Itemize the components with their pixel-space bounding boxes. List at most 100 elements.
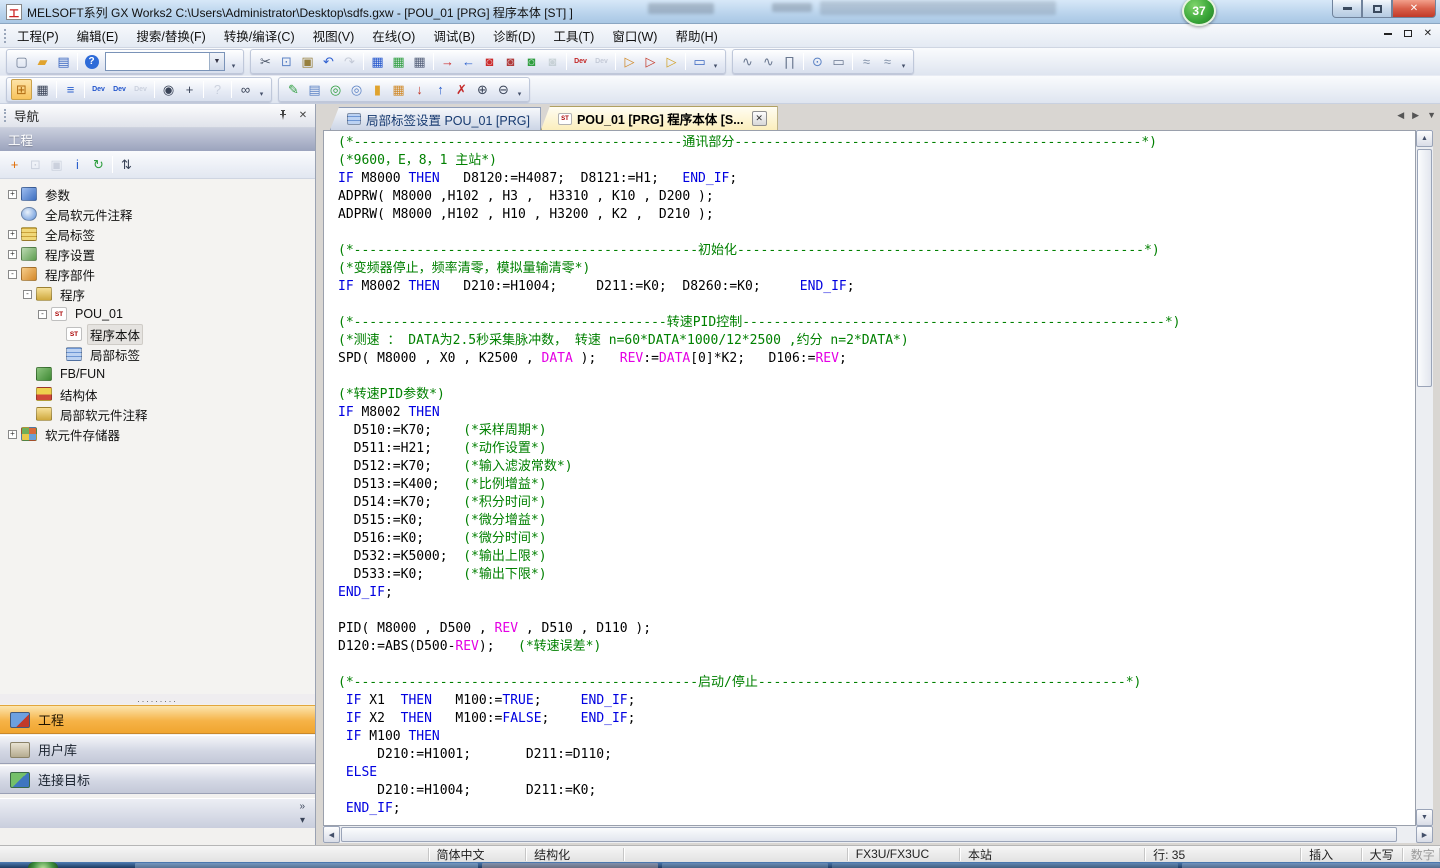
panel-splitter[interactable]: ......... bbox=[0, 694, 315, 704]
find-contact-icon[interactable]: ◎ bbox=[325, 79, 346, 100]
program-select-combobox[interactable]: ▼ bbox=[105, 52, 225, 71]
tree-item-program[interactable]: -程序 bbox=[0, 284, 315, 304]
collapse-icon[interactable]: - bbox=[23, 290, 32, 299]
monitor-read-icon[interactable]: ◙ bbox=[521, 51, 542, 72]
new-data-icon[interactable]: + bbox=[4, 154, 25, 175]
cross-reference-icon[interactable]: ∞ bbox=[235, 79, 256, 100]
trend-graph-icon[interactable]: ≈ bbox=[856, 51, 877, 72]
nav-button-project[interactable]: 工程 bbox=[0, 705, 315, 734]
insert-row-icon[interactable]: ↓ bbox=[409, 79, 430, 100]
expand-icon[interactable]: + bbox=[8, 230, 17, 239]
tab-local-label-setting[interactable]: 局部标签设置 POU_01 [PRG] bbox=[330, 107, 541, 130]
menu-item-4[interactable]: 视图(V) bbox=[304, 23, 364, 48]
mdi-minimize-button[interactable] bbox=[1384, 33, 1392, 35]
device-search-icon[interactable]: + bbox=[179, 79, 200, 100]
toolbar-overflow-icon[interactable]: ▾ bbox=[710, 51, 721, 72]
toolbar-overflow-icon[interactable]: ▾ bbox=[228, 51, 239, 72]
cut-icon[interactable]: ✂ bbox=[255, 51, 276, 72]
start-orb[interactable] bbox=[28, 862, 58, 868]
expand-icon[interactable]: + bbox=[8, 250, 17, 259]
vertical-scroll-thumb[interactable] bbox=[1417, 149, 1432, 387]
read-mode-icon[interactable]: ▤ bbox=[304, 79, 325, 100]
menu-item-9[interactable]: 窗口(W) bbox=[603, 23, 666, 48]
menu-item-3[interactable]: 转换/编译(C) bbox=[215, 23, 304, 48]
scroll-up-icon[interactable]: ▲ bbox=[1416, 130, 1433, 147]
tree-item-parameter[interactable]: +参数 bbox=[0, 184, 315, 204]
menu-item-10[interactable]: 帮助(H) bbox=[666, 23, 726, 48]
il-edit-icon[interactable]: ▦ bbox=[388, 79, 409, 100]
entry-monitor-icon[interactable]: ▦ bbox=[409, 51, 430, 72]
tree-item-structured-data-types[interactable]: 结构体 bbox=[0, 384, 315, 404]
parameter-write-icon[interactable]: ▷ bbox=[619, 51, 640, 72]
tree-item-local-device-comment[interactable]: 局部软元件注释 bbox=[0, 404, 315, 424]
scroll-right-icon[interactable]: ▶ bbox=[1416, 826, 1433, 843]
taskbar-button[interactable] bbox=[482, 863, 658, 868]
project-tree-toggle-icon[interactable]: ⊞ bbox=[11, 79, 32, 100]
tree-item-program-setting[interactable]: +程序设置 bbox=[0, 244, 315, 264]
new-file-icon[interactable]: ▢ bbox=[11, 51, 32, 72]
nav-button-user-library[interactable]: 用户库 bbox=[0, 735, 315, 764]
zoom-in-icon[interactable]: ⊕ bbox=[472, 79, 493, 100]
undo-icon[interactable]: ↶ bbox=[318, 51, 339, 72]
copy-icon[interactable]: ⊡ bbox=[276, 51, 297, 72]
taskbar-button[interactable] bbox=[832, 863, 1178, 868]
nav-button-connection-destination[interactable]: 连接目标 bbox=[0, 765, 315, 794]
module-configuration-icon[interactable]: ▦ bbox=[32, 79, 53, 100]
menu-item-8[interactable]: 工具(T) bbox=[544, 23, 603, 48]
tree-item-fb-fun[interactable]: FB/FUN bbox=[0, 364, 315, 384]
tab-program-body[interactable]: STPOU_01 [PRG] 程序本体 [S...✕ bbox=[541, 106, 778, 130]
tree-item-pou[interactable]: -程序部件 bbox=[0, 264, 315, 284]
scroll-left-icon[interactable]: ◀ bbox=[323, 826, 340, 843]
tab-scroll-right-icon[interactable]: ▶ bbox=[1412, 110, 1419, 121]
paste-icon[interactable]: ▣ bbox=[297, 51, 318, 72]
monitor-mode-icon[interactable]: ▦ bbox=[388, 51, 409, 72]
taskbar-button[interactable] bbox=[662, 863, 828, 868]
find-coil-icon[interactable]: ◎ bbox=[346, 79, 367, 100]
scroll-down-icon[interactable]: ▼ bbox=[1416, 809, 1433, 826]
tree-item-global-device-comment[interactable]: 全局软元件注释 bbox=[0, 204, 315, 224]
sampling-trace-icon[interactable]: ∿ bbox=[737, 51, 758, 72]
menu-item-1[interactable]: 编辑(E) bbox=[68, 23, 128, 48]
open-file-icon[interactable]: ▰ bbox=[32, 51, 53, 72]
menu-item-6[interactable]: 调试(B) bbox=[424, 23, 484, 48]
program-list-icon[interactable]: ≡ bbox=[60, 79, 81, 100]
device-display-icon[interactable]: ▦ bbox=[367, 51, 388, 72]
device-comment-icon[interactable]: Dev bbox=[88, 79, 109, 100]
save-icon[interactable]: ▤ bbox=[53, 51, 74, 72]
close-panel-icon[interactable]: ✕ bbox=[295, 108, 311, 124]
parameter-read-icon[interactable]: ▷ bbox=[661, 51, 682, 72]
delete-row-icon[interactable]: ↑ bbox=[430, 79, 451, 100]
menu-item-5[interactable]: 在线(O) bbox=[363, 23, 424, 48]
menu-item-0[interactable]: 工程(P) bbox=[8, 23, 68, 48]
data-security-icon[interactable]: i bbox=[67, 154, 88, 175]
expand-icon[interactable]: + bbox=[8, 430, 17, 439]
close-button[interactable]: ✕ bbox=[1392, 0, 1436, 18]
toolbar-overflow-icon[interactable]: ▾ bbox=[256, 79, 267, 100]
tab-close-icon[interactable]: ✕ bbox=[752, 111, 767, 126]
chevron-down-icon[interactable]: ▾ bbox=[300, 817, 305, 825]
device-label-icon[interactable]: Dev bbox=[109, 79, 130, 100]
collapse-icon[interactable]: - bbox=[38, 310, 47, 319]
watch-window-icon[interactable]: ⊙ bbox=[807, 51, 828, 72]
help-icon[interactable]: ? bbox=[81, 51, 102, 72]
device-test-icon[interactable]: ▮ bbox=[367, 79, 388, 100]
delete-device-icon[interactable]: ✗ bbox=[451, 79, 472, 100]
refresh-icon[interactable]: ↻ bbox=[88, 154, 109, 175]
zoom-out-icon[interactable]: ⊖ bbox=[493, 79, 514, 100]
mdi-close-button[interactable]: ✕ bbox=[1424, 28, 1432, 39]
chevron-expand-icon[interactable]: » bbox=[299, 803, 305, 811]
tree-item-global-label[interactable]: +全局标签 bbox=[0, 224, 315, 244]
remote-operation-icon[interactable]: ▭ bbox=[689, 51, 710, 72]
tab-list-icon[interactable]: ▼ bbox=[1427, 110, 1436, 121]
write-to-plc-icon[interactable]: → bbox=[437, 51, 458, 72]
read-from-plc-icon[interactable]: ← bbox=[458, 51, 479, 72]
collapse-icon[interactable]: - bbox=[8, 270, 17, 279]
monitor-write-icon[interactable]: ◙ bbox=[500, 51, 521, 72]
monitor-condition-icon[interactable]: ▭ bbox=[828, 51, 849, 72]
horizontal-scrollbar[interactable]: ◀ ▶ bbox=[323, 826, 1433, 843]
tree-item-device-memory[interactable]: +软元件存储器 bbox=[0, 424, 315, 444]
st-code-editor[interactable]: (*--------------------------------------… bbox=[323, 130, 1416, 826]
tree-item-program-body[interactable]: ST程序本体 bbox=[0, 324, 315, 344]
edit-mode-icon[interactable]: ✎ bbox=[283, 79, 304, 100]
vertical-scrollbar[interactable]: ▲ ▼ bbox=[1416, 130, 1433, 826]
